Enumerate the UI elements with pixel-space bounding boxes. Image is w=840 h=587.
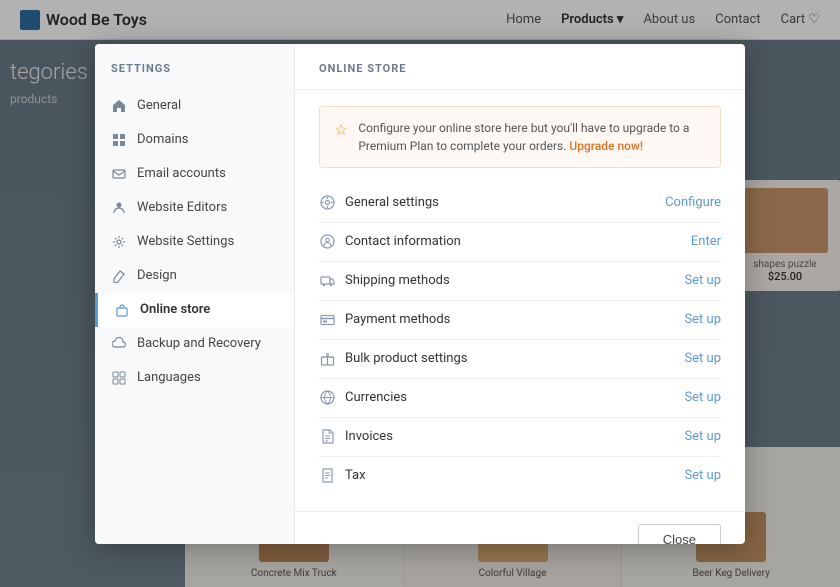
languages-icon [111,370,127,386]
bulk-action[interactable]: Set up [684,351,721,366]
sidebar-header: SETTINGS [95,44,294,89]
upgrade-text: Configure your online store here but you… [358,119,706,155]
payment-label: Payment methods [345,312,450,327]
general-settings-label: General settings [345,195,439,210]
document-icon [319,429,335,445]
contact-label: Contact information [345,234,461,249]
sidebar-item-website-editors-label: Website Editors [137,200,227,215]
truck-icon [319,273,335,289]
email-icon [111,166,127,182]
tax-action[interactable]: Set up [684,468,721,483]
shipping-label: Shipping methods [345,273,450,288]
design-icon [111,268,127,284]
modal-footer: Close [295,511,745,544]
sidebar-item-email-label: Email accounts [137,166,226,181]
sidebar-item-design[interactable]: Design [95,259,294,293]
gear-circle-icon [319,195,335,211]
sidebar-item-languages-label: Languages [137,370,201,385]
sidebar-item-website-editors[interactable]: Website Editors [95,191,294,225]
settings-row-shipping: Shipping methods Set up [319,262,721,301]
credit-card-icon [319,312,335,328]
tax-label: Tax [345,468,366,483]
settings-row-payment: Payment methods Set up [319,301,721,340]
settings-list: General settings Configure Contact infor… [319,184,721,495]
settings-row-invoices: Invoices Set up [319,418,721,457]
settings-modal: SETTINGS General Domains Email accounts [95,44,745,544]
cloud-icon [111,336,127,352]
settings-row-contact: Contact information Enter [319,223,721,262]
currencies-label: Currencies [345,390,407,405]
payment-action[interactable]: Set up [684,312,721,327]
contact-action[interactable]: Enter [691,234,721,249]
sidebar-item-website-settings-label: Website Settings [137,234,234,249]
house-icon [111,98,127,114]
sidebar-item-domains[interactable]: Domains [95,123,294,157]
invoices-label: Invoices [345,429,393,444]
globe-icon [319,390,335,406]
upgrade-banner: ☆ Configure your online store here but y… [319,106,721,168]
sidebar-item-website-settings[interactable]: Website Settings [95,225,294,259]
settings-row-tax: Tax Set up [319,457,721,495]
shipping-action[interactable]: Set up [684,273,721,288]
settings-row-currencies: Currencies Set up [319,379,721,418]
sidebar-item-domains-label: Domains [137,132,188,147]
person-circle-icon [319,234,335,250]
main-header: ONLINE STORE [295,44,745,90]
main-body: ☆ Configure your online store here but y… [295,90,745,511]
currencies-action[interactable]: Set up [684,390,721,405]
gift-icon [319,351,335,367]
sidebar-item-online-store-label: Online store [140,302,210,317]
close-button[interactable]: Close [638,524,721,544]
sidebar-item-backup[interactable]: Backup and Recovery [95,327,294,361]
sidebar-item-general-label: General [137,98,181,113]
sidebar-item-email[interactable]: Email accounts [95,157,294,191]
sidebar-item-online-store[interactable]: Online store [95,293,294,327]
sidebar-item-languages[interactable]: Languages [95,361,294,395]
sidebar-item-backup-label: Backup and Recovery [137,336,261,351]
general-settings-action[interactable]: Configure [665,195,721,210]
bulk-label: Bulk product settings [345,351,467,366]
settings-row-bulk: Bulk product settings Set up [319,340,721,379]
person-icon [111,200,127,216]
invoices-action[interactable]: Set up [684,429,721,444]
grid-icon [111,132,127,148]
upgrade-link[interactable]: Upgrade now! [569,139,643,153]
sidebar: SETTINGS General Domains Email accounts [95,44,295,544]
bag-icon [114,302,130,318]
star-icon: ☆ [334,120,348,139]
tax-document-icon [319,468,335,484]
sidebar-item-general[interactable]: General [95,89,294,123]
main-content: ONLINE STORE ☆ Configure your online sto… [295,44,745,544]
settings-row-general: General settings Configure [319,184,721,223]
settings-gear-icon [111,234,127,250]
sidebar-item-design-label: Design [137,268,177,283]
